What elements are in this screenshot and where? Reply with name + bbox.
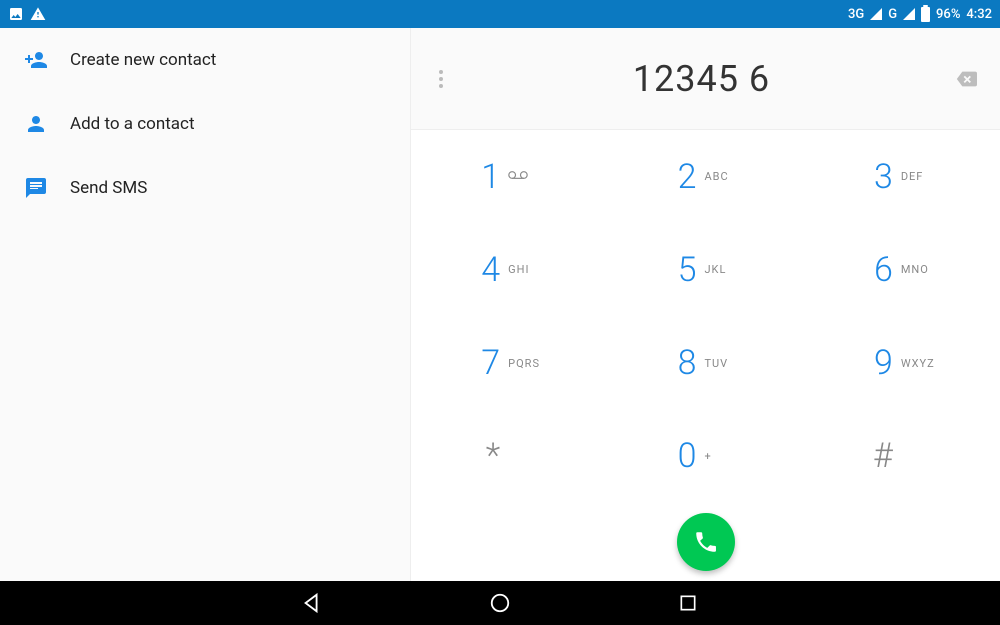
photo-icon — [8, 6, 24, 22]
key-letters: GHI — [508, 263, 548, 276]
key-4[interactable]: 4 GHI — [411, 223, 607, 316]
battery-icon — [921, 7, 930, 22]
key-digit: 0 — [666, 436, 696, 476]
key-letters: WXYZ — [901, 357, 941, 370]
backspace-button[interactable] — [950, 67, 982, 91]
voicemail-icon — [508, 169, 548, 184]
key-star[interactable]: * — [411, 410, 607, 503]
navigation-bar — [0, 581, 1000, 625]
person-icon — [22, 110, 50, 138]
key-digit: 9 — [863, 343, 893, 383]
call-button[interactable] — [677, 513, 735, 571]
key-letters: DEF — [901, 170, 941, 183]
send-sms-label: Send SMS — [70, 178, 147, 198]
alert-icon — [30, 6, 46, 22]
dial-pad: 1 2 ABC 3 DEF 4 GHI 5 — [411, 130, 1000, 503]
key-letters: TUV — [704, 357, 744, 370]
key-letters: JKL — [704, 263, 744, 276]
add-person-icon — [22, 46, 50, 74]
key-digit: # — [863, 436, 893, 476]
key-digit: 1 — [470, 157, 500, 197]
key-5[interactable]: 5 JKL — [607, 223, 803, 316]
battery-percent: 96% — [936, 7, 960, 22]
back-button[interactable] — [298, 589, 326, 617]
clock: 4:32 — [966, 7, 992, 22]
more-options-button[interactable] — [429, 67, 453, 91]
key-digit: 5 — [666, 250, 696, 290]
key-letters: MNO — [901, 263, 941, 276]
signal-icon-2 — [903, 8, 915, 20]
recent-apps-button[interactable] — [674, 589, 702, 617]
key-letters: + — [704, 450, 744, 463]
add-to-contact-label: Add to a contact — [70, 114, 195, 134]
key-8[interactable]: 8 TUV — [607, 317, 803, 410]
send-sms-option[interactable]: Send SMS — [0, 156, 410, 220]
key-digit: 6 — [863, 250, 893, 290]
key-digit: 3 — [863, 157, 893, 197]
suggestions-panel: Create new contact Add to a contact Send… — [0, 28, 410, 581]
sms-icon — [22, 174, 50, 202]
status-bar: 3G G 96% 4:32 — [0, 0, 1000, 28]
network-g-label: G — [888, 7, 897, 22]
key-0[interactable]: 0 + — [607, 410, 803, 503]
key-digit: 7 — [470, 343, 500, 383]
key-digit: * — [470, 436, 500, 476]
create-new-contact-label: Create new contact — [70, 50, 216, 70]
key-pound[interactable]: # — [804, 410, 1000, 503]
key-letters: PQRS — [508, 357, 548, 370]
key-1[interactable]: 1 — [411, 130, 607, 223]
signal-icon-1 — [870, 8, 882, 20]
key-digit: 2 — [666, 157, 696, 197]
key-9[interactable]: 9 WXYZ — [804, 317, 1000, 410]
key-letters: ABC — [704, 170, 744, 183]
home-button[interactable] — [486, 589, 514, 617]
key-7[interactable]: 7 PQRS — [411, 317, 607, 410]
key-6[interactable]: 6 MNO — [804, 223, 1000, 316]
dialed-number: 12345 6 — [453, 58, 950, 100]
key-digit: 4 — [470, 250, 500, 290]
network-3g-label: 3G — [848, 7, 864, 22]
create-new-contact-option[interactable]: Create new contact — [0, 28, 410, 92]
add-to-contact-option[interactable]: Add to a contact — [0, 92, 410, 156]
dialer-panel: 12345 6 1 2 ABC 3 DEF — [410, 28, 1000, 581]
key-digit: 8 — [666, 343, 696, 383]
key-3[interactable]: 3 DEF — [804, 130, 1000, 223]
key-2[interactable]: 2 ABC — [607, 130, 803, 223]
